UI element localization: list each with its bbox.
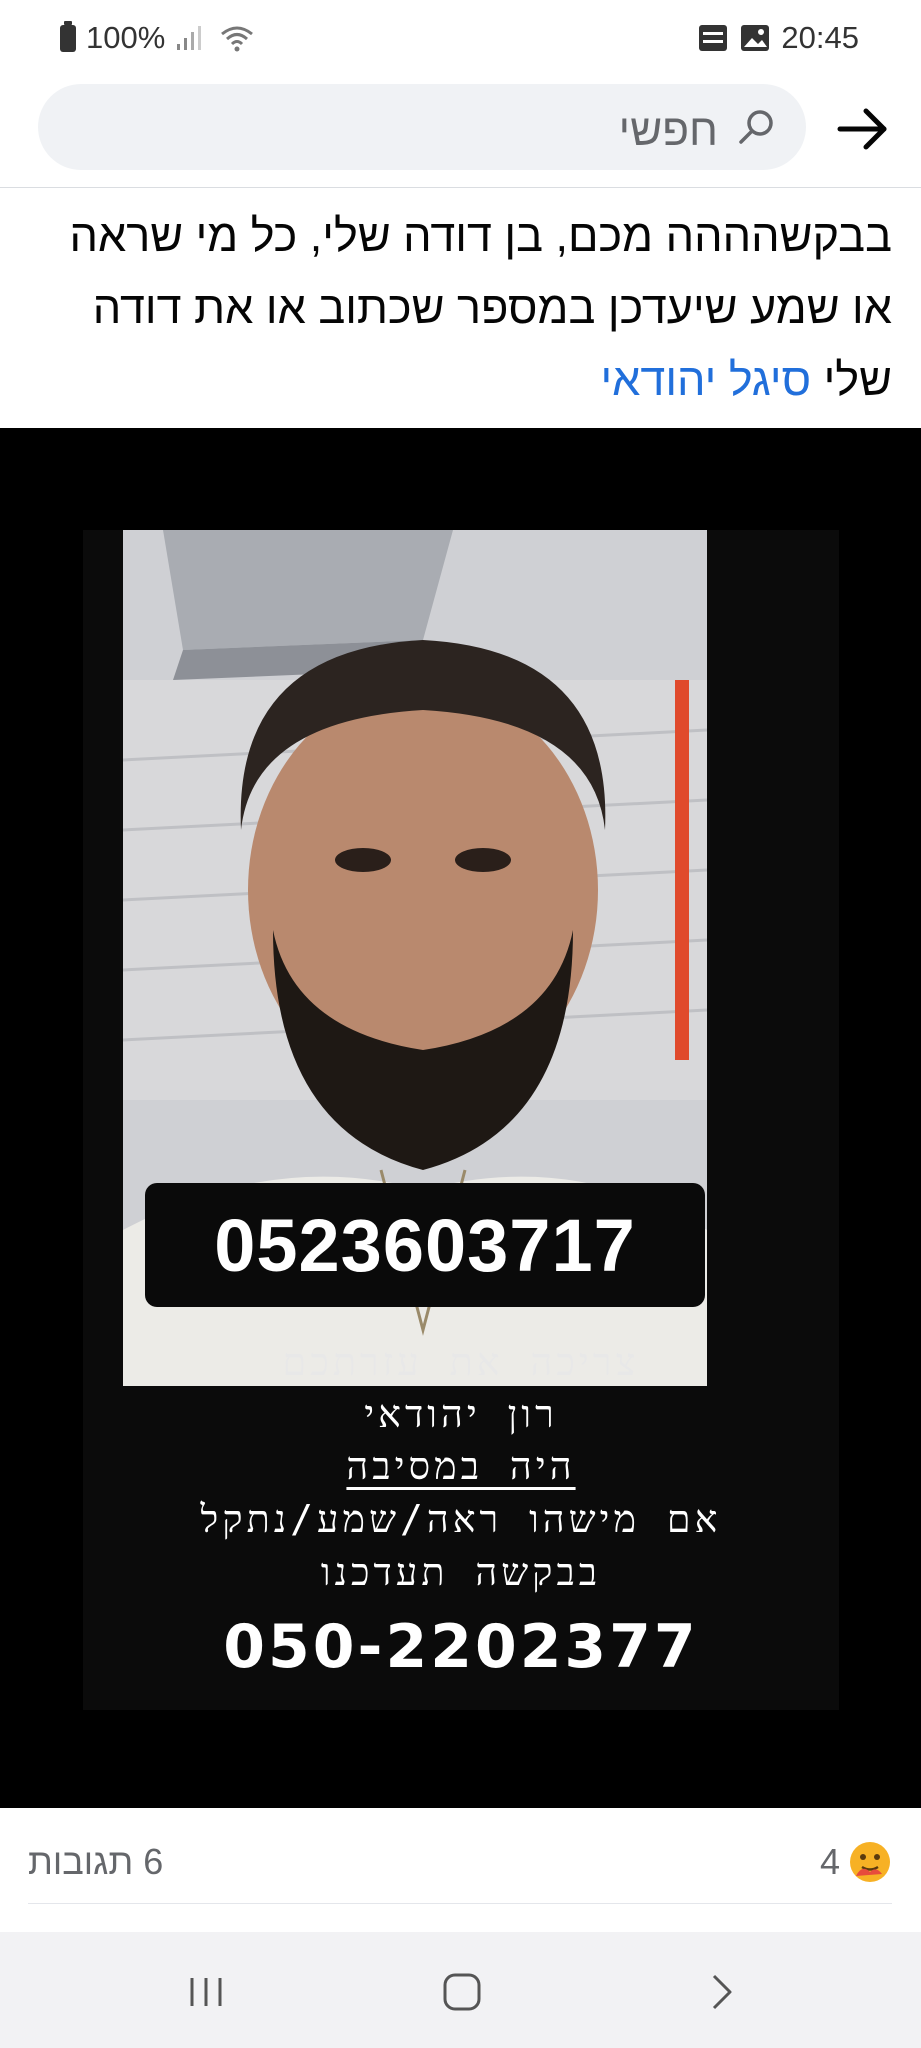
flyer-line-party: היה במסיבה	[83, 1444, 839, 1489]
system-nav-bar	[0, 1932, 921, 2048]
status-right: 20:45	[697, 20, 859, 56]
arrow-right-icon[interactable]	[836, 102, 890, 156]
signal-icon	[177, 26, 202, 50]
search-input[interactable]: חפשי	[38, 84, 806, 170]
reaction-count: 4	[819, 1840, 840, 1882]
search-header: חפשי	[0, 76, 921, 188]
flyer-line-name: רון יהודאי	[364, 1392, 558, 1436]
reactions-bar: 6 תגובות 4	[28, 1820, 892, 1904]
wifi-icon	[221, 26, 254, 52]
search-icon	[739, 110, 773, 144]
comments-count[interactable]: 6 תגובות	[28, 1841, 163, 1883]
flyer-line-help: צריכה את עזרתכם	[282, 1340, 640, 1384]
home-icon[interactable]	[440, 1970, 484, 2014]
notification-icon	[699, 25, 728, 51]
mention-link[interactable]: סיגל יהודאי	[600, 354, 811, 405]
battery-level: 100%	[86, 20, 166, 55]
battery-icon	[60, 20, 76, 52]
flyer-line-update: בבקשה תעדכנו	[320, 1550, 602, 1594]
post-text: בבקשהההה מכם, בן דודה שלי, כל מי שראה או…	[60, 200, 892, 416]
status-left: 100%	[60, 20, 255, 56]
flyer-line-party-text: היה במסיבה	[346, 1444, 576, 1488]
gallery-icon	[741, 25, 770, 51]
recent-apps-icon[interactable]	[184, 1970, 228, 2014]
flyer-phone-main: 0523603717	[145, 1183, 705, 1307]
status-bar: 100% 20:45	[0, 0, 921, 76]
clock: 20:45	[781, 20, 859, 55]
care-emoji-icon	[850, 1841, 890, 1882]
flyer-line-seen: אם מישהו ראה/שמע/נתקל	[200, 1497, 722, 1541]
reaction-summary[interactable]: 4	[820, 1840, 892, 1884]
flyer-phone-secondary: 050-2202377	[223, 1612, 699, 1682]
search-placeholder: חפשי	[618, 106, 718, 155]
back-icon[interactable]	[700, 1970, 744, 2014]
